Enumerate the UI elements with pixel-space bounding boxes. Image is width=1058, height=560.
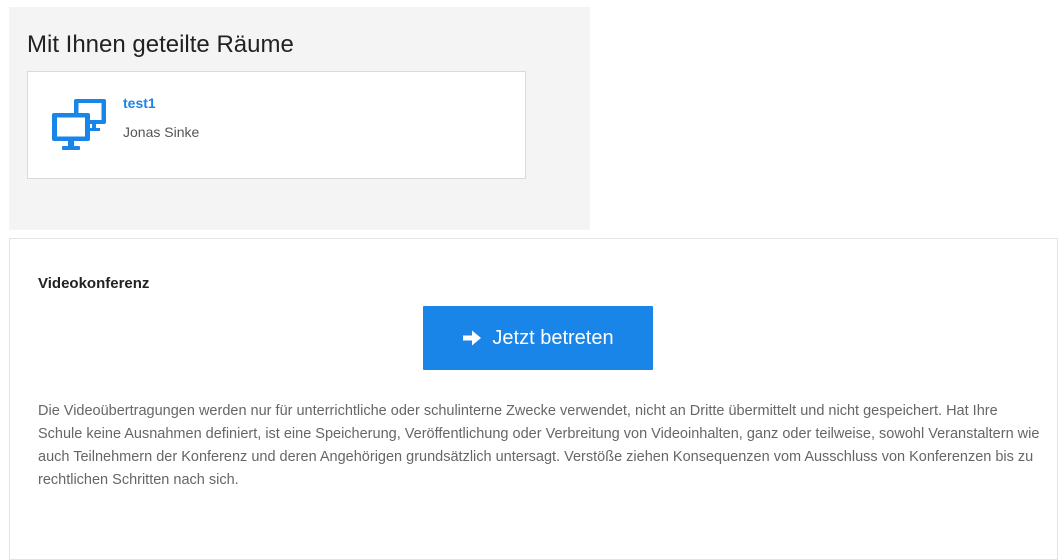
video-conference-panel: Videokonferenz Jetzt betreten Die Videoü… (9, 238, 1058, 560)
monitors-icon (52, 99, 106, 150)
room-name-link[interactable]: test1 (123, 95, 156, 111)
video-disclaimer-text: Die Videoübertragungen werden nur für un… (38, 403, 1040, 488)
room-card[interactable]: test1 Jonas Sinke (27, 71, 526, 179)
shared-rooms-heading: Mit Ihnen geteilte Räume (27, 31, 294, 58)
arrow-right-icon (463, 330, 482, 346)
room-owner: Jonas Sinke (123, 124, 200, 140)
join-now-label: Jetzt betreten (492, 326, 614, 349)
video-conference-title: Videokonferenz (38, 275, 150, 292)
shared-rooms-panel: Mit Ihnen geteilte Räume test1 Jonas Sin… (9, 7, 590, 230)
join-now-button[interactable]: Jetzt betreten (423, 306, 653, 370)
